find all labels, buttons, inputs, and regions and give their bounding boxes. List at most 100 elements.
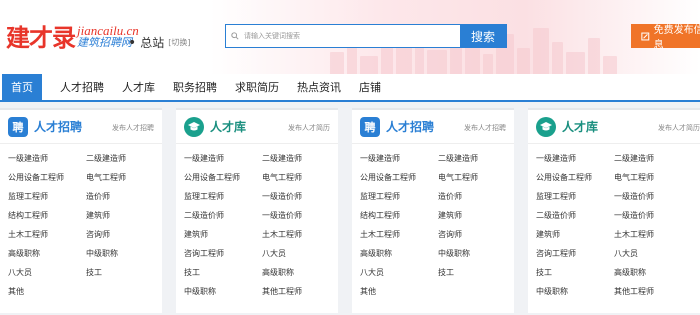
edit-icon [641, 32, 650, 40]
job-category-link[interactable]: 技工 [184, 268, 262, 277]
job-category-link[interactable]: 其他工程师 [614, 287, 688, 296]
job-category-link[interactable]: 公用设备工程师 [8, 173, 86, 182]
talent-pool-card: 人才库 发布人才简历 一级建造师 二级建造师 公用设备工程师 电气工程师 监理工程师 一级… [176, 108, 338, 313]
job-category-link[interactable]: 结构工程师 [360, 211, 438, 220]
site-dot: • [128, 34, 137, 51]
card-item-grid: 一级建造师 二级建造师公用设备工程师 电气工程师监理工程师 造价师结构工程师 建筑师土木… [360, 154, 512, 296]
mortarboard-icon [536, 116, 556, 137]
job-category-link[interactable]: 监理工程师 [536, 192, 614, 201]
job-category-link[interactable]: 土木工程师 [360, 230, 438, 239]
job-category-link[interactable]: 其他 [360, 287, 438, 296]
job-category-link[interactable]: 咨询工程师 [184, 249, 262, 258]
card-item-grid: 一级建造师 二级建造师公用设备工程师 电气工程师监理工程师 造价师结构工程师 建筑师土木… [8, 154, 160, 296]
job-category-link[interactable]: 监理工程师 [360, 192, 438, 201]
job-category-link[interactable]: 结构工程师 [8, 211, 86, 220]
job-category-link[interactable]: 中级职称 [184, 287, 262, 296]
job-category-link[interactable]: 二级建造师 [614, 154, 688, 163]
job-category-link[interactable]: 技工 [86, 268, 160, 277]
job-category-link[interactable]: 二级造价师 [536, 211, 614, 220]
card-more-link[interactable]: 发布人才简历 [658, 123, 700, 133]
job-category-link[interactable]: 中级职称 [536, 287, 614, 296]
job-category-link[interactable]: 八大员 [614, 249, 688, 258]
card-title[interactable]: 人才库 [210, 118, 246, 135]
job-category-link[interactable]: 二级造价师 [184, 211, 262, 220]
job-category-link[interactable]: 八大员 [8, 268, 86, 277]
search-placeholder: 请输入关键词搜索 [244, 32, 300, 40]
free-post-button[interactable]: 免费发布信息 [631, 24, 700, 51]
job-category-link[interactable]: 建筑师 [536, 230, 614, 239]
job-category-link[interactable]: 土木工程师 [262, 230, 336, 239]
nav-resumes[interactable]: 求职简历 [235, 74, 279, 100]
job-category-link[interactable]: 咨询师 [438, 230, 512, 239]
card-item-grid: 一级建造师 二级建造师 公用设备工程师 电气工程师 监理工程师 一级造价师 二级造价师 一级造… [184, 154, 336, 296]
logo-main: 建才录 [6, 23, 76, 52]
job-category-link[interactable]: 二级建造师 [86, 154, 160, 163]
nav-talent-recruitment[interactable]: 人才招聘 [60, 74, 104, 100]
job-category-link[interactable]: 建筑师 [86, 211, 160, 220]
job-category-link[interactable]: 中级职称 [438, 249, 512, 258]
search-input[interactable]: 请输入关键词搜索 [226, 25, 460, 47]
job-category-link[interactable]: 高级职称 [8, 249, 86, 258]
card-more-link[interactable]: 发布人才简历 [288, 123, 330, 133]
header: 建才录 jiancailu.cn 建筑招聘网 • 总站 [切换] 请输入关键词搜… [0, 0, 700, 74]
job-category-link[interactable]: 一级造价师 [262, 192, 336, 201]
job-category-link[interactable]: 高级职称 [614, 268, 688, 277]
card-title[interactable]: 人才招聘 [34, 118, 82, 135]
card-more-link[interactable]: 发布人才招聘 [464, 123, 506, 133]
nav-job-recruitment[interactable]: 职务招聘 [173, 74, 217, 100]
job-category-link[interactable]: 电气工程师 [614, 173, 688, 182]
site-name: 总站 [140, 36, 165, 50]
job-category-link[interactable]: 电气工程师 [262, 173, 336, 182]
job-category-link[interactable]: 其他工程师 [262, 287, 336, 296]
job-category-link[interactable]: 技工 [536, 268, 614, 277]
search-button[interactable]: 搜索 [460, 25, 506, 47]
job-category-link[interactable]: 公用设备工程师 [536, 173, 614, 182]
job-category-link[interactable]: 高级职称 [360, 249, 438, 258]
job-category-link[interactable]: 一级建造师 [536, 154, 614, 163]
job-category-link[interactable]: 造价师 [438, 192, 512, 201]
job-category-link[interactable]: 造价师 [86, 192, 160, 201]
job-category-link[interactable]: 八大员 [360, 268, 438, 277]
job-category-link[interactable]: 咨询工程师 [536, 249, 614, 258]
job-category-link[interactable]: 高级职称 [262, 268, 336, 277]
card-title[interactable]: 人才招聘 [386, 118, 434, 135]
job-category-link[interactable]: 咨询师 [86, 230, 160, 239]
job-category-link[interactable]: 监理工程师 [184, 192, 262, 201]
job-category-link[interactable]: 技工 [438, 268, 512, 277]
job-category-link[interactable]: 二级建造师 [262, 154, 336, 163]
card-more-link[interactable]: 发布人才招聘 [112, 123, 154, 133]
job-category-link[interactable]: 公用设备工程师 [184, 173, 262, 182]
job-category-link[interactable]: 公用设备工程师 [360, 173, 438, 182]
job-category-link[interactable]: 二级建造师 [438, 154, 512, 163]
job-category-link[interactable]: 一级建造师 [8, 154, 86, 163]
talent-recruitment-card: 聘 人才招聘 发布人才招聘 一级建造师 二级建造师 公用设备工程师 电气工程师 监理工程… [0, 108, 162, 313]
job-category-link[interactable]: 一级建造师 [184, 154, 262, 163]
site-logo[interactable]: 建才录 jiancailu.cn 建筑招聘网 [6, 18, 139, 53]
nav-hot-news[interactable]: 热点资讯 [297, 74, 341, 100]
job-category-link[interactable]: 其他 [8, 287, 86, 296]
job-category-link[interactable]: 八大员 [262, 249, 336, 258]
card-item-grid: 一级建造师 二级建造师 公用设备工程师 电气工程师 监理工程师 一级造价师 二级造价师 一级造… [536, 154, 688, 296]
site-selector: • 总站 [切换] [128, 34, 191, 51]
search-bar: 请输入关键词搜索 搜索 [225, 24, 507, 48]
recruit-icon: 聘 [360, 116, 380, 137]
job-category-link[interactable]: 监理工程师 [8, 192, 86, 201]
job-category-link[interactable]: 建筑师 [438, 211, 512, 220]
job-category-link[interactable]: 电气工程师 [86, 173, 160, 182]
nav-talent-pool[interactable]: 人才库 [122, 74, 155, 100]
job-category-link[interactable]: 一级造价师 [614, 211, 688, 220]
job-category-link[interactable]: 一级造价师 [262, 211, 336, 220]
job-category-link[interactable]: 中级职称 [86, 249, 160, 258]
card-title[interactable]: 人才库 [562, 118, 598, 135]
talent-pool-card: 人才库 发布人才简历 一级建造师 二级建造师 公用设备工程师 电气工程师 监理工程师 一级… [528, 108, 700, 313]
nav-shops[interactable]: 店铺 [359, 74, 381, 100]
job-category-link[interactable]: 一级造价师 [614, 192, 688, 201]
job-category-link[interactable]: 电气工程师 [438, 173, 512, 182]
nav-home[interactable]: 首页 [2, 74, 42, 100]
job-category-link[interactable]: 土木工程师 [8, 230, 86, 239]
job-category-link[interactable]: 土木工程师 [614, 230, 688, 239]
job-category-link[interactable]: 一级建造师 [360, 154, 438, 163]
job-category-link[interactable]: 建筑师 [184, 230, 262, 239]
mortarboard-icon [184, 116, 204, 137]
switch-site-link[interactable]: [切换] [168, 37, 190, 48]
